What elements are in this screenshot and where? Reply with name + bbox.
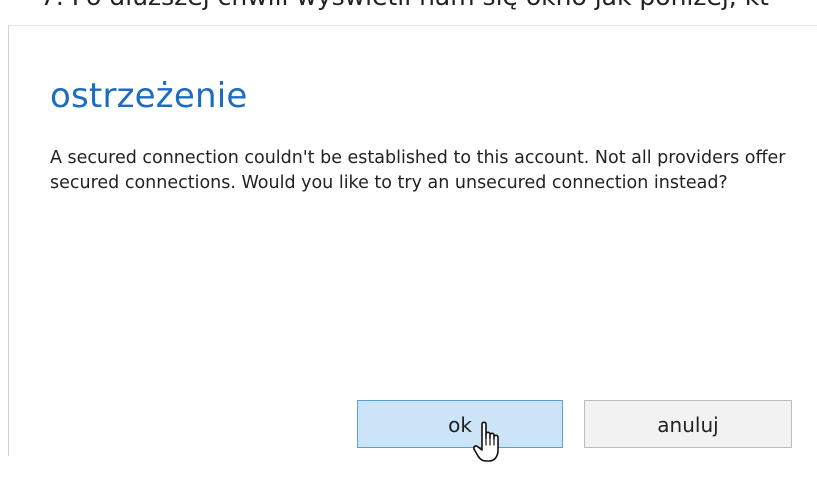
dialog-message: A secured connection couldn't be establi… bbox=[50, 148, 786, 193]
background-instruction-text: 7. Po dłuższej chwili wyświetli nam się … bbox=[40, 0, 817, 13]
ok-button[interactable]: ok bbox=[357, 400, 563, 448]
cancel-button[interactable]: anuluj bbox=[584, 400, 792, 448]
hand-pointer-icon bbox=[473, 421, 499, 462]
screenshot-page: 7. Po dłuższej chwili wyświetli nam się … bbox=[0, 0, 817, 485]
dialog-title: ostrzeżenie bbox=[50, 76, 248, 116]
